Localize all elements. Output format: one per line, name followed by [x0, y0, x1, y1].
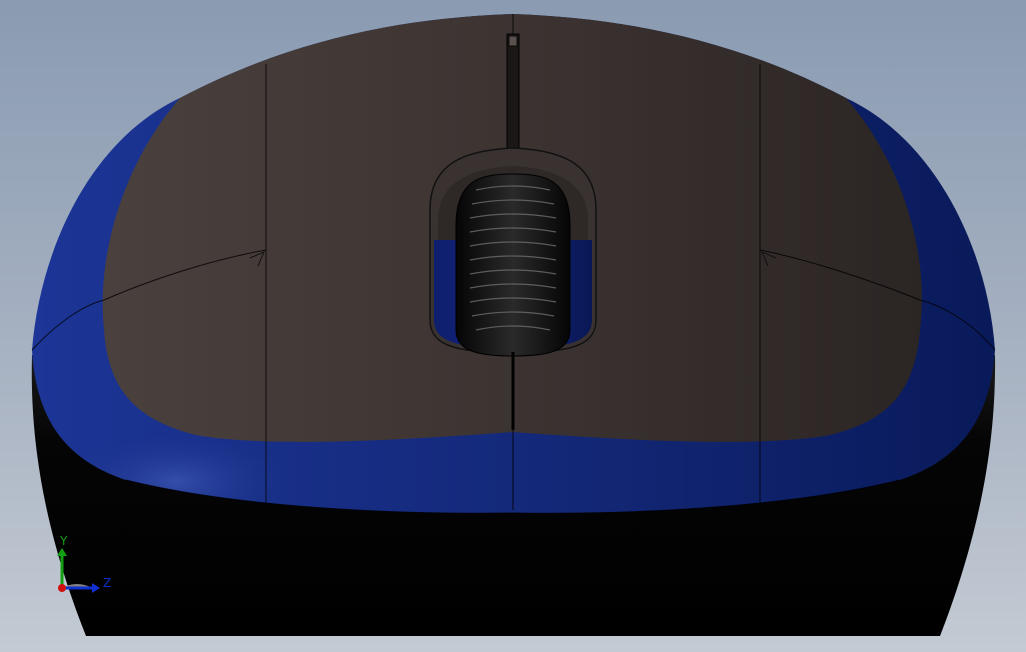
triad-origin — [58, 584, 66, 592]
graphics-viewport[interactable]: Y Z — [0, 0, 1026, 652]
mouse-model-scene[interactable]: Y Z — [0, 0, 1026, 652]
y-axis-label: Y — [59, 534, 68, 548]
z-axis-label: Z — [103, 576, 111, 590]
center-slot — [506, 33, 520, 153]
